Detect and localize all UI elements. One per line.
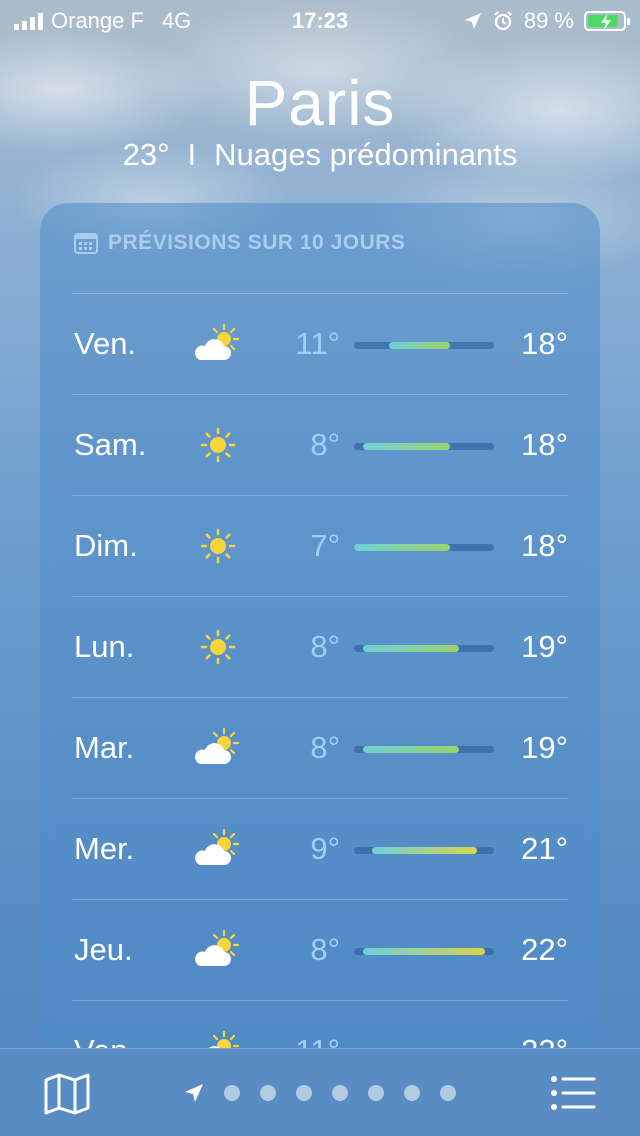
sun-icon: [190, 625, 246, 669]
status-right: 89 %: [464, 8, 630, 34]
high-temperature: 18°: [521, 427, 568, 462]
temperature-range-fill: [362, 645, 459, 652]
temperature-range-bar: [354, 948, 494, 955]
current-temperature: 23°: [122, 137, 170, 172]
temperature-range-bar: [354, 443, 494, 450]
page-dot[interactable]: [260, 1085, 276, 1101]
partly-cloudy-icon: [190, 928, 246, 972]
forecast-row[interactable]: Dim. 7° 18°: [72, 495, 568, 596]
page-dot[interactable]: [224, 1085, 240, 1101]
temperature-range-fill: [362, 443, 451, 450]
page-dot[interactable]: [440, 1085, 456, 1101]
temperature-range-bar: [354, 746, 494, 753]
condition-label: Nuages prédominants: [214, 137, 518, 172]
page-indicator[interactable]: [184, 1083, 456, 1103]
sun-icon: [190, 524, 246, 568]
forecast-header: PRÉVISIONS SUR 10 JOURS: [74, 231, 405, 255]
low-temperature: 8°: [310, 427, 340, 462]
temperature-range-bar: [354, 342, 494, 349]
low-temperature: 8°: [310, 629, 340, 664]
bottom-toolbar: [0, 1048, 640, 1136]
high-temperature: 18°: [521, 528, 568, 563]
map-button[interactable]: [44, 1073, 90, 1120]
location-arrow-icon[interactable]: [184, 1083, 204, 1103]
day-label: Sam.: [74, 427, 147, 462]
day-label: Mar.: [74, 730, 135, 765]
forecast-row[interactable]: Mer. 9° 21°: [72, 798, 568, 899]
city-list-button[interactable]: [550, 1075, 596, 1116]
calendar-icon: [74, 233, 98, 254]
high-temperature: 22°: [521, 932, 568, 967]
sun-icon: [190, 423, 246, 467]
temperature-range-bar: [354, 544, 494, 551]
high-temperature: 21°: [521, 831, 568, 866]
alarm-icon: [494, 11, 512, 31]
page-dot[interactable]: [368, 1085, 384, 1101]
battery-percent: 89 %: [523, 8, 574, 33]
high-temperature: 19°: [521, 629, 568, 664]
forecast-row[interactable]: Mar. 8° 19°: [72, 697, 568, 798]
low-temperature: 11°: [295, 326, 340, 361]
page-dot[interactable]: [332, 1085, 348, 1101]
status-bar: Orange F 4G 17:23 89 %: [0, 0, 640, 40]
forecast-row[interactable]: Sam. 8° 18°: [72, 394, 568, 495]
page-dot[interactable]: [296, 1085, 312, 1101]
partly-cloudy-icon: [190, 827, 246, 871]
low-temperature: 9°: [310, 831, 340, 866]
current-conditions: 23° I Nuages prédominants: [0, 137, 640, 173]
page-dot[interactable]: [404, 1085, 420, 1101]
partly-cloudy-icon: [190, 322, 246, 366]
temperature-range-fill: [371, 847, 477, 854]
day-label: Jeu.: [74, 932, 133, 967]
forecast-title: PRÉVISIONS SUR 10 JOURS: [108, 231, 406, 254]
temperature-range-fill: [389, 342, 451, 349]
battery-icon: [584, 11, 630, 31]
temperature-range-bar: [354, 645, 494, 652]
map-icon: [44, 1073, 90, 1115]
high-temperature: 19°: [521, 730, 568, 765]
low-temperature: 8°: [310, 932, 340, 967]
temperature-range-fill: [362, 948, 486, 955]
separator: I: [187, 137, 197, 172]
day-label: Lun.: [74, 629, 135, 664]
high-temperature: 18°: [521, 326, 568, 361]
low-temperature: 8°: [310, 730, 340, 765]
forecast-row[interactable]: Jeu. 8° 22°: [72, 899, 568, 1000]
temperature-range-fill: [362, 746, 459, 753]
forecast-row[interactable]: Lun. 8° 19°: [72, 596, 568, 697]
city-name: Paris: [244, 67, 396, 139]
temperature-range-fill: [354, 544, 451, 551]
day-label: Ven.: [74, 326, 137, 361]
low-temperature: 7°: [310, 528, 340, 563]
day-label: Dim.: [74, 528, 138, 563]
list-icon: [551, 1076, 596, 1110]
forecast-panel[interactable]: PRÉVISIONS SUR 10 JOURS Ven. 11° 18° Sam. 8°…: [40, 203, 600, 1103]
temperature-range-bar: [354, 847, 494, 854]
day-label: Mer.: [74, 831, 135, 866]
partly-cloudy-icon: [190, 726, 246, 770]
forecast-list: Ven. 11° 18° Sam. 8° 18° Dim. 7° 18° Lun. 8° 19° Mar…: [72, 293, 568, 1101]
location-arrow-icon: [464, 13, 481, 29]
forecast-row[interactable]: Ven. 11° 18°: [72, 293, 568, 394]
